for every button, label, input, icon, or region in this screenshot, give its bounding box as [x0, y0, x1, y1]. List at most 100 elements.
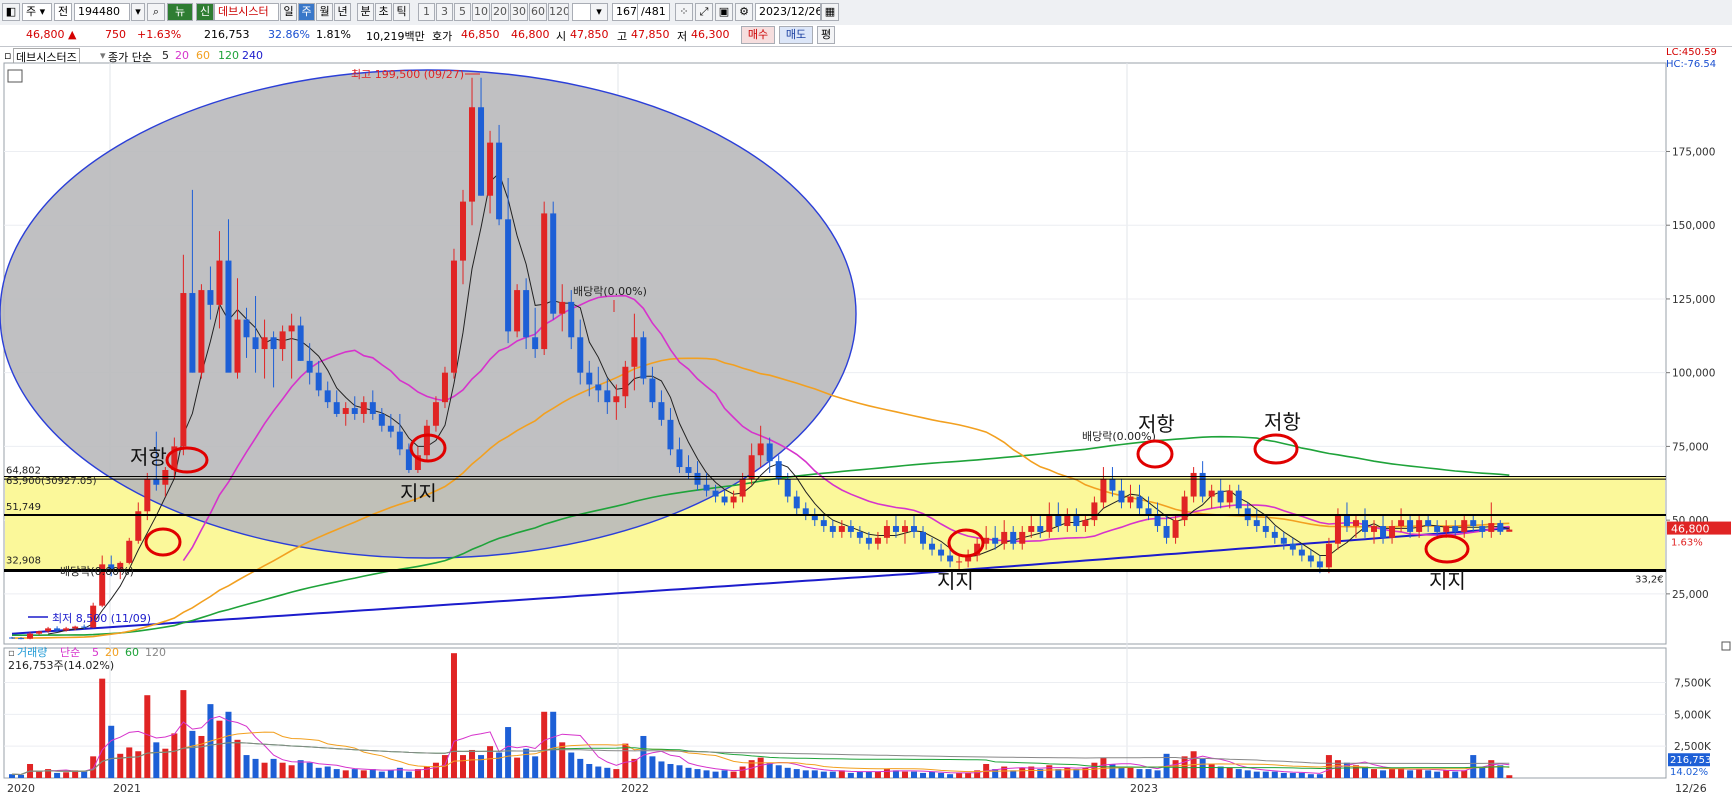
- candle-body: [802, 508, 809, 515]
- candle-body: [1253, 520, 1260, 527]
- volume-tag-value: 216,753: [1670, 755, 1711, 766]
- period-tab-4[interactable]: 분: [357, 3, 374, 21]
- mode-select[interactable]: 주 ▾: [22, 3, 52, 21]
- legend-box-icon[interactable]: ▫: [4, 49, 11, 62]
- volume-bar: [712, 771, 719, 778]
- volume-bar: [126, 747, 133, 778]
- volume-bar: [1343, 762, 1350, 778]
- volume-bar: [297, 760, 304, 778]
- mode-value: 주: [26, 5, 37, 18]
- volume-bar: [820, 771, 827, 778]
- candle-body: [938, 549, 945, 556]
- candle-body: [333, 402, 340, 414]
- panel-resize-handle: [1721, 641, 1731, 651]
- interval-tab-1[interactable]: 1: [418, 3, 435, 21]
- volume-bar: [1235, 769, 1242, 778]
- sell-button[interactable]: 매도: [779, 26, 813, 44]
- volume-bar: [1100, 757, 1107, 778]
- low-price: 46,300: [691, 28, 730, 41]
- interval-tab-10[interactable]: 10: [472, 3, 490, 21]
- period-tab-6[interactable]: 틱: [393, 3, 410, 21]
- evaluate-button[interactable]: 평: [817, 26, 835, 44]
- legend-stock-name[interactable]: 데브시스터즈: [13, 48, 80, 66]
- lc-label: LC:450.59: [1666, 47, 1717, 58]
- count-input[interactable]: 167: [612, 3, 638, 21]
- candle-body: [622, 366, 629, 397]
- search-icon[interactable]: ⌕: [147, 3, 165, 21]
- scroll-lock-icon[interactable]: ⁘: [675, 3, 693, 21]
- interval-dropdown-icon[interactable]: ▾: [590, 3, 608, 21]
- period-tab-5[interactable]: 초: [375, 3, 392, 21]
- chart-menu-icon[interactable]: ◧: [2, 3, 20, 21]
- volume-ma60-line: [11, 742, 1510, 776]
- period-tab-3[interactable]: 년: [334, 3, 351, 21]
- interval-tab-5[interactable]: 5: [454, 3, 471, 21]
- volume-bar: [1010, 770, 1017, 778]
- volume-bar: [450, 653, 457, 778]
- code-dropdown-icon[interactable]: ▾: [131, 3, 145, 21]
- interval-tab-60[interactable]: 60: [529, 3, 547, 21]
- volume-bar: [568, 752, 575, 778]
- candle-body: [270, 337, 277, 350]
- candle-body: [1452, 526, 1459, 532]
- gear-icon[interactable]: ⚙: [735, 3, 753, 21]
- current-price: 46,800 ▲: [26, 28, 77, 41]
- low-annotation: 최저 8,500 (11/09): [52, 612, 151, 625]
- volume-bar: [18, 774, 25, 778]
- candle-body: [965, 555, 972, 562]
- buy-button[interactable]: 매수: [741, 26, 775, 44]
- volume-bar: [252, 758, 259, 778]
- hoga-ask: 46,850: [461, 28, 500, 41]
- volume-bar: [640, 735, 647, 778]
- volume-bar: [847, 772, 854, 778]
- volume-bar: [550, 711, 557, 778]
- candle-body: [45, 628, 52, 632]
- volume-bar: [505, 727, 512, 778]
- volume-tick-label: 7,500K: [1674, 677, 1712, 689]
- candle-body: [1163, 526, 1170, 538]
- support-label: 지지: [400, 481, 437, 505]
- volume-bar: [315, 767, 322, 778]
- volume-bar: [90, 756, 97, 778]
- volume-bar: [865, 771, 872, 778]
- interval-tab-120[interactable]: 120: [548, 3, 569, 21]
- interval-tab-3[interactable]: 3: [436, 3, 453, 21]
- candle-body: [793, 496, 800, 509]
- candle-body: [1109, 478, 1116, 491]
- volume-bar: [974, 770, 981, 778]
- candle-body: [243, 319, 250, 338]
- candle-body: [198, 290, 205, 373]
- stock-name: 데브시스터: [214, 3, 279, 21]
- candle-body: [874, 537, 881, 544]
- interval-tab-30[interactable]: 30: [510, 3, 528, 21]
- range-select[interactable]: 전: [54, 3, 72, 21]
- volume-bar: [1425, 770, 1432, 778]
- candle-body: [667, 419, 674, 450]
- date-input[interactable]: 2023/12/26: [755, 3, 821, 21]
- volume-bar: [1172, 760, 1179, 778]
- interval-tab-20[interactable]: 20: [491, 3, 509, 21]
- hoga-label: 호가: [432, 30, 453, 43]
- legend-ma120: 120: [218, 49, 239, 62]
- calendar-icon[interactable]: ▦: [821, 3, 839, 21]
- volume-bar: [108, 725, 115, 778]
- hline-label: 63,900(30927.05): [6, 476, 97, 487]
- zoom-reset-icon[interactable]: ⤢: [695, 3, 713, 21]
- period-tab-1[interactable]: 주: [298, 3, 315, 21]
- legend-dropdown-icon[interactable]: ▾: [100, 49, 106, 62]
- new-badge-button[interactable]: 뉴: [167, 3, 193, 21]
- period-tab-2[interactable]: 월: [316, 3, 333, 21]
- candle-body: [730, 496, 737, 503]
- volume-bar: [45, 769, 52, 778]
- stock-code-input[interactable]: 194480: [74, 3, 130, 21]
- volume-legend-box-icon: ▫: [8, 648, 15, 659]
- period-tab-0[interactable]: 일: [280, 3, 297, 21]
- signal-circle: [1253, 433, 1299, 465]
- volume-bar: [775, 765, 782, 778]
- save-icon[interactable]: ▣: [715, 3, 733, 21]
- signal-circle: [1424, 534, 1470, 564]
- candle-body: [1289, 543, 1296, 550]
- candle-body: [1028, 526, 1035, 532]
- ma5-line: [48, 172, 1510, 635]
- candle-body: [306, 360, 313, 373]
